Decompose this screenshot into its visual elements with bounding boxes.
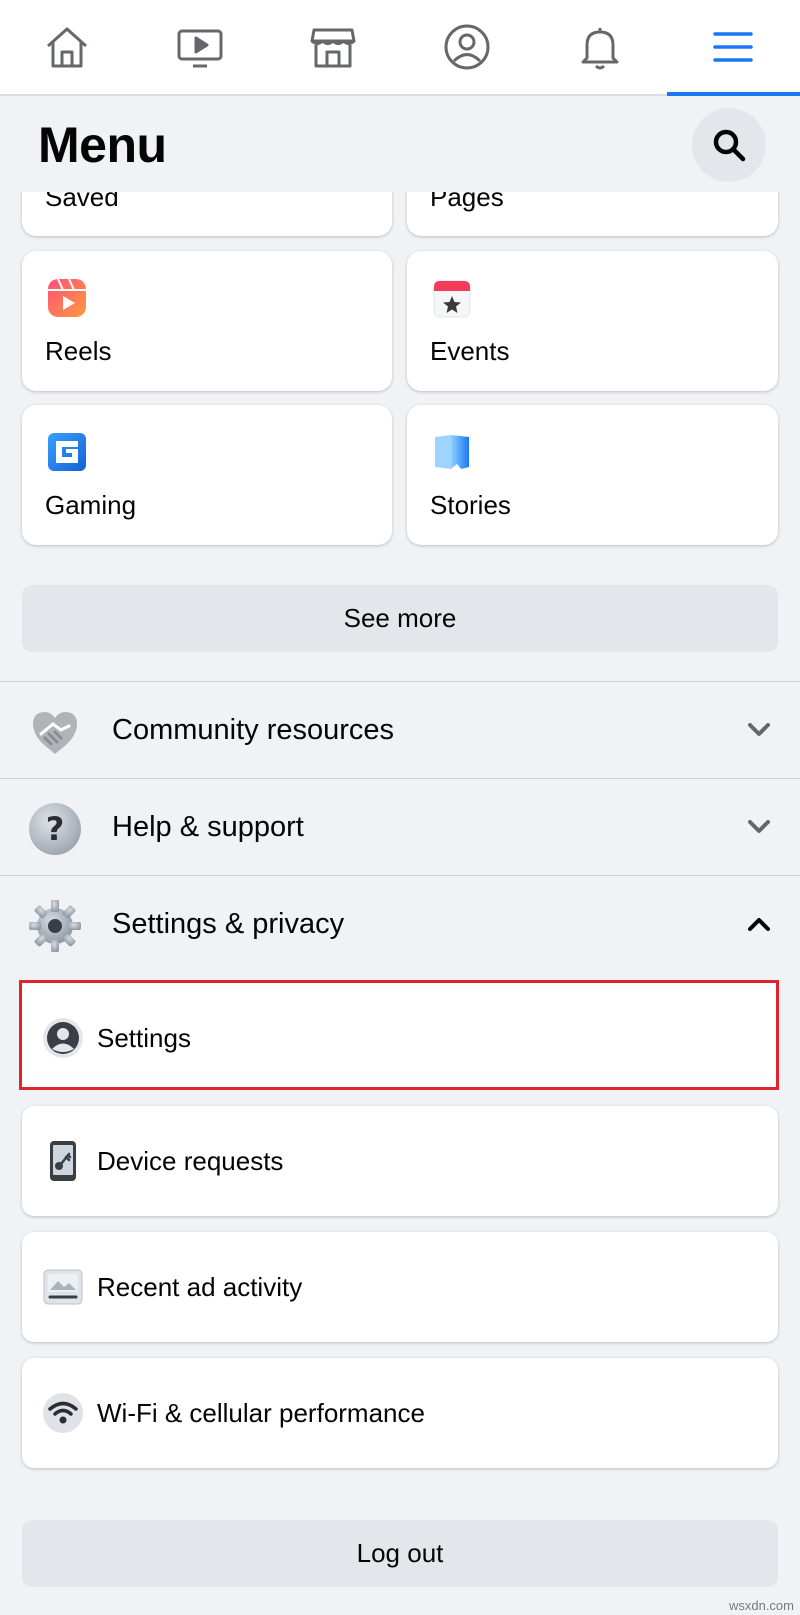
section-label: Help & support (112, 811, 304, 843)
shortcut-label: Events (430, 336, 510, 366)
marketplace-icon (310, 28, 356, 68)
shortcut-label: Gaming (45, 490, 137, 520)
nav-tab-menu[interactable] (666, 0, 800, 96)
menu-icon (713, 32, 754, 62)
profile-icon (444, 24, 490, 70)
wifi-icon (43, 1393, 83, 1433)
nav-tab-marketplace[interactable] (267, 0, 400, 94)
nav-tab-notifications[interactable] (533, 0, 666, 94)
log-out-button[interactable]: Log out (22, 1520, 778, 1587)
nav-tab-profile[interactable] (400, 0, 533, 94)
question-icon: ? (29, 803, 81, 855)
ad-activity-icon (43, 1269, 83, 1305)
chevron-up-icon (748, 918, 770, 931)
video-icon (177, 29, 223, 68)
events-icon (433, 280, 471, 318)
reels-icon (48, 278, 86, 317)
stories-icon (435, 435, 469, 469)
section-settings-privacy[interactable]: Settings & privacy (0, 876, 800, 972)
item-label: Wi-Fi & cellular performance (97, 1398, 425, 1428)
top-navigation-bar (0, 0, 800, 96)
chevron-down-icon (748, 723, 770, 736)
search-icon (713, 129, 746, 162)
menu-header: Menu (0, 96, 800, 192)
section-label: Settings & privacy (112, 908, 345, 940)
section-community-resources[interactable]: Community resources (0, 682, 800, 778)
wifi-cellular-performance-item[interactable]: Wi-Fi & cellular performance (22, 1358, 778, 1468)
page-title: Menu (38, 117, 167, 173)
section-label: Community resources (112, 714, 395, 746)
shortcut-events[interactable]: Events (407, 251, 778, 391)
gear-icon (29, 900, 81, 952)
device-requests-item[interactable]: Device requests (22, 1106, 778, 1216)
watermark: wsxdn.com (728, 1598, 794, 1613)
item-label: Settings (97, 1023, 191, 1053)
shortcut-gaming[interactable]: Gaming (22, 405, 392, 545)
notifications-icon (581, 28, 619, 70)
item-label: Device requests (97, 1146, 284, 1176)
shortcut-label: Stories (430, 490, 511, 520)
phone-key-icon (50, 1141, 76, 1181)
nav-tab-video[interactable] (133, 0, 266, 94)
see-more-button[interactable]: See more (22, 585, 778, 652)
svg-text:?: ? (46, 810, 65, 848)
item-label: Recent ad activity (97, 1272, 303, 1302)
shortcut-stories[interactable]: Stories (407, 405, 778, 545)
shortcut-label: Reels (45, 336, 112, 366)
search-button[interactable] (692, 108, 766, 182)
chevron-down-icon (748, 820, 770, 833)
nav-tab-home[interactable] (0, 0, 133, 94)
settings-item[interactable]: Settings (19, 980, 779, 1090)
shortcut-reels[interactable]: Reels (22, 251, 392, 391)
recent-ad-activity-item[interactable]: Recent ad activity (22, 1232, 778, 1342)
user-circle-icon (43, 1018, 83, 1058)
handshake-icon (33, 712, 77, 754)
section-help-support[interactable]: ? Help & support (0, 779, 800, 875)
gaming-icon (48, 433, 86, 471)
home-icon (46, 27, 87, 68)
